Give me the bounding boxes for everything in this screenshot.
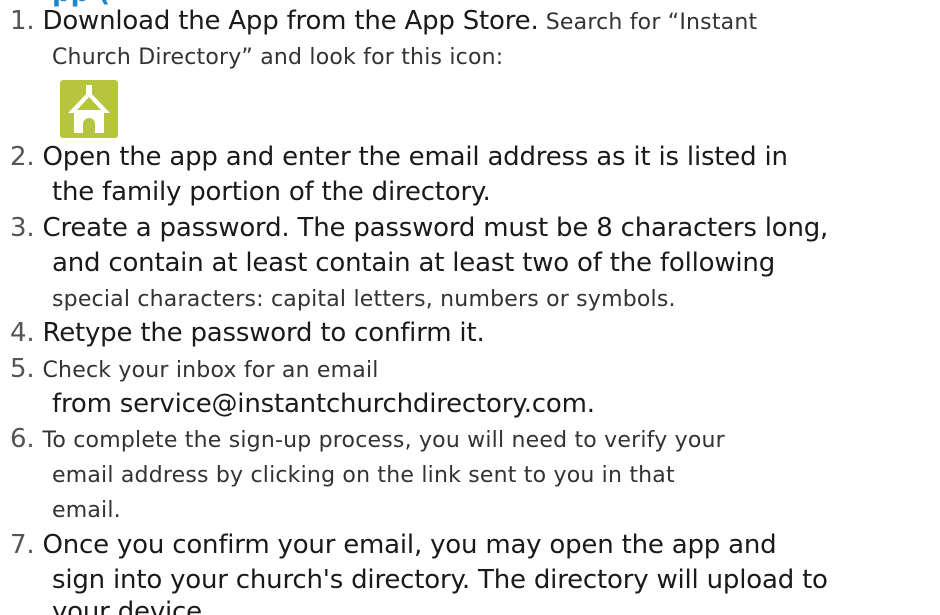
step-3-line-1: 3. Create a password. The password must … xyxy=(10,213,828,244)
step-2-line-1: 2. Open the app and enter the email addr… xyxy=(10,142,788,173)
step-text: Create a password. The password must be … xyxy=(42,213,829,243)
step-3-line-3: special characters: capital letters, num… xyxy=(52,283,676,315)
step-6-line-3: email. xyxy=(52,494,121,526)
step-number: 4. xyxy=(10,318,35,348)
step-7-line-3: your device. xyxy=(52,597,210,615)
step-number: 2. xyxy=(10,142,35,172)
step-text: email address by clicking on the link se… xyxy=(52,463,675,488)
step-7-line-1: 7. Once you confirm your email, you may … xyxy=(10,530,777,561)
step-text: and contain at least contain at least tw… xyxy=(52,248,776,278)
step-text: Open the app and enter the email address… xyxy=(42,142,788,172)
step-text: Retype the password to confirm it. xyxy=(42,318,485,348)
step-text: Search for “Instant xyxy=(538,10,758,35)
step-3-line-2: and contain at least contain at least tw… xyxy=(52,248,775,279)
step-2-line-2: the family portion of the directory. xyxy=(52,177,491,208)
step-number: 6. xyxy=(10,424,35,454)
step-1-line-1: 1. Download the App from the App Store. … xyxy=(10,6,757,38)
instructions-page: pp ( 1. Download the App from the App St… xyxy=(0,0,940,615)
step-number: 5. xyxy=(10,354,35,384)
step-6-line-2: email address by clicking on the link se… xyxy=(52,459,675,491)
step-text: Church Directory” and look for this icon… xyxy=(52,45,504,70)
step-text: sign into your church's directory. The d… xyxy=(52,565,828,595)
step-text: email. xyxy=(52,498,121,523)
step-number: 1. xyxy=(10,6,35,36)
step-number: 3. xyxy=(10,213,35,243)
step-number: 7. xyxy=(10,530,35,560)
step-text: Check your inbox for an email xyxy=(42,358,379,383)
email-address: from service@instantchurchdirectory.com. xyxy=(52,389,595,419)
step-1-line-2: Church Directory” and look for this icon… xyxy=(52,41,503,73)
step-5-line-1: 5. Check your inbox for an email xyxy=(10,354,379,386)
church-house-icon-graphic xyxy=(68,85,110,133)
step-text: the family portion of the directory. xyxy=(52,177,491,207)
step-4-line-1: 4. Retype the password to confirm it. xyxy=(10,318,485,349)
step-text: Once you confirm your email, you may ope… xyxy=(42,530,777,560)
church-house-icon xyxy=(60,80,118,138)
step-text: Download the App from the App Store. xyxy=(42,6,539,36)
step-6-line-1: 6. To complete the sign-up process, you … xyxy=(10,424,725,456)
step-7-line-2: sign into your church's directory. The d… xyxy=(52,565,828,596)
step-text: your device. xyxy=(52,597,210,615)
step-text: special characters: capital letters, num… xyxy=(52,287,676,312)
step-5-line-2: from service@instantchurchdirectory.com. xyxy=(52,389,595,420)
step-text: To complete the sign-up process, you wil… xyxy=(42,428,725,453)
